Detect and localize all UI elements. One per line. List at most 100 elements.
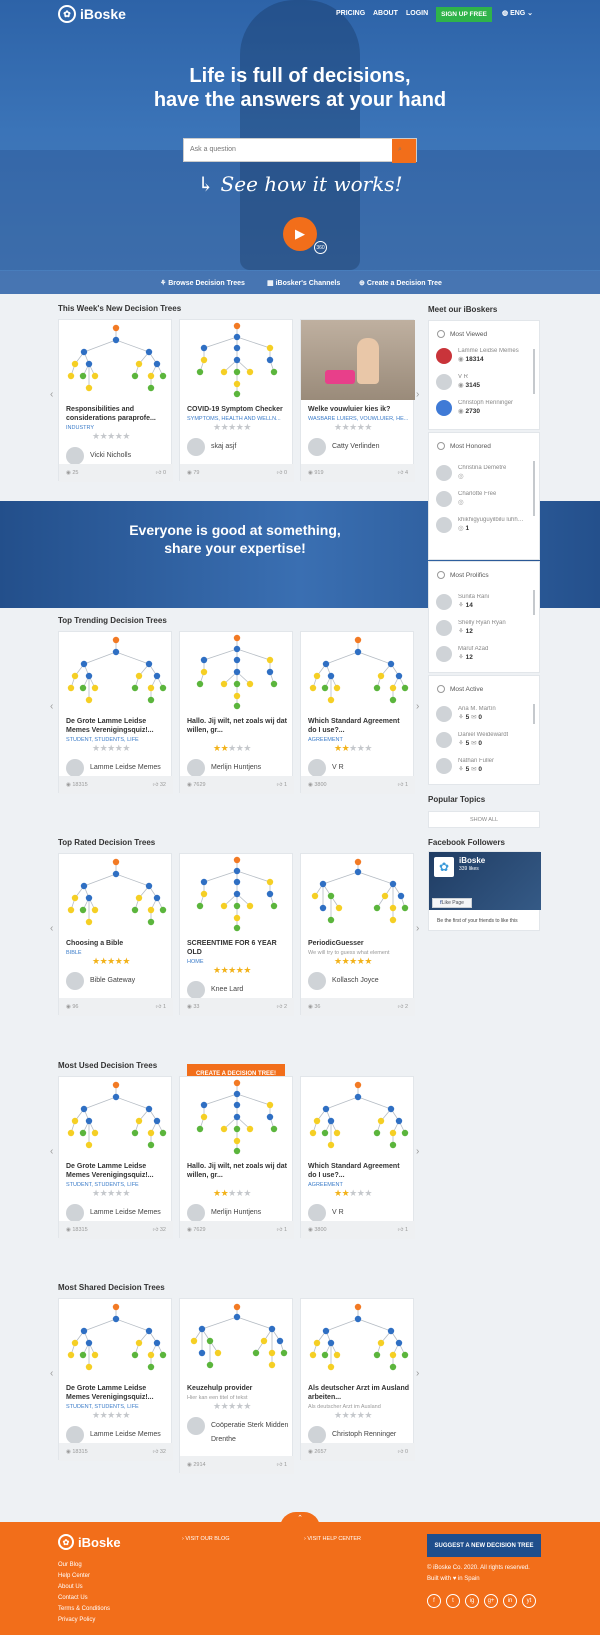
- ibosker-item[interactable]: Sunita Rani ⚘ 14: [436, 594, 526, 610]
- ibosker-item[interactable]: Charlotte Free ◎: [436, 491, 526, 507]
- footer-link-terms[interactable]: Terms & Conditions: [58, 1606, 110, 1612]
- card-author[interactable]: Lamme Leidse Memes: [66, 1204, 168, 1222]
- most-active-header[interactable]: Most Active: [437, 685, 483, 693]
- most-viewed-header[interactable]: Most Viewed: [437, 330, 487, 338]
- visit-help-link[interactable]: › VISIT HELP CENTER: [304, 1536, 361, 1542]
- decision-tree-card[interactable]: SCREENTIME FOR 6 YEAR OLD HOME ★★★★★ Knee L…: [179, 853, 294, 1016]
- youtube-icon[interactable]: yt: [522, 1594, 536, 1608]
- most-honored-header[interactable]: Most Honored: [437, 442, 491, 450]
- carousel-prev-icon[interactable]: ‹: [50, 1368, 53, 1379]
- visit-blog-link[interactable]: › VISIT OUR BLOG: [182, 1536, 230, 1542]
- search-input[interactable]: Ask a question: [190, 146, 236, 153]
- carousel-next-icon[interactable]: ›: [416, 701, 419, 712]
- decision-tree-card[interactable]: De Grote Lamme Leidse Memes Verenigingsq…: [58, 1298, 173, 1461]
- decision-tree-card[interactable]: Which Standard Agreement do I use?... AGR…: [300, 1076, 415, 1239]
- ibosker-item[interactable]: V R ◉ 3145: [436, 374, 526, 390]
- decision-tree-thumbnail[interactable]: [301, 632, 415, 712]
- facebook-icon[interactable]: f: [427, 1594, 441, 1608]
- ibosker-item[interactable]: Shelly Ryan Ryan ⚘ 12: [436, 620, 526, 636]
- carousel-next-icon[interactable]: ›: [416, 1146, 419, 1157]
- decision-tree-thumbnail[interactable]: [301, 1077, 415, 1157]
- decision-tree-thumbnail[interactable]: [301, 1299, 415, 1379]
- play-video-button[interactable]: ▶: [283, 217, 317, 251]
- most-prolific-header[interactable]: Most Prolifics: [437, 571, 489, 579]
- card-title[interactable]: SCREENTIME FOR 6 YEAR OLD: [187, 939, 289, 957]
- suggest-tree-button[interactable]: SUGGEST A NEW DECISION TREE: [427, 1534, 541, 1557]
- decision-tree-card[interactable]: PeriodicGuesser We will try to guess what…: [300, 853, 415, 1016]
- carousel-next-icon[interactable]: ›: [416, 923, 419, 934]
- signup-button[interactable]: SIGN UP FREE: [436, 7, 492, 22]
- card-title[interactable]: Hallo. Jij wilt, net zoals wij dat wille…: [187, 1162, 289, 1180]
- card-title[interactable]: PeriodicGuesser: [308, 939, 410, 948]
- decision-tree-thumbnail[interactable]: [59, 1077, 173, 1157]
- facebook-page-name[interactable]: iBoske: [459, 856, 485, 865]
- card-title[interactable]: Welke vouwluier kies ik?: [308, 405, 410, 414]
- decision-tree-thumbnail[interactable]: [59, 854, 173, 934]
- ibosker-item[interactable]: Daniel Weidewardt ⚘ 5 ✉ 0: [436, 732, 526, 748]
- footer-link-privacy[interactable]: Privacy Policy: [58, 1617, 95, 1623]
- card-thumbnail-photo[interactable]: [301, 320, 415, 400]
- card-author[interactable]: V R: [308, 759, 410, 777]
- subnav-channels[interactable]: ▦ iBosker's Channels: [267, 279, 340, 287]
- card-author[interactable]: Coöperatie Sterk Midden Drenthe: [187, 1417, 289, 1447]
- decision-tree-thumbnail[interactable]: [59, 632, 173, 712]
- ibosker-item[interactable]: Christina Demetre ◎: [436, 465, 526, 481]
- footer-link-contact[interactable]: Contact Us: [58, 1595, 88, 1601]
- decision-tree-thumbnail[interactable]: [180, 632, 294, 712]
- instagram-icon[interactable]: ig: [465, 1594, 479, 1608]
- how-it-works-link[interactable]: ↳ See how it works!: [0, 172, 600, 196]
- card-author[interactable]: Merlijn Huntjens: [187, 1204, 289, 1222]
- show-all-topics-button[interactable]: SHOW ALL: [428, 811, 540, 828]
- nav-pricing[interactable]: PRICING: [336, 10, 365, 17]
- card-title[interactable]: Hallo. Jij wilt, net zoals wij dat wille…: [187, 717, 289, 735]
- card-title[interactable]: De Grote Lamme Leidse Memes Verenigingsq…: [66, 1384, 168, 1402]
- card-title[interactable]: Which Standard Agreement do I use?...: [308, 1162, 410, 1180]
- carousel-prev-icon[interactable]: ‹: [50, 1146, 53, 1157]
- ibosker-item[interactable]: khikhigyuguyilbilu luhhuguyfuyfuyfuktf.u…: [436, 517, 526, 533]
- decision-tree-card[interactable]: Welke vouwluier kies ik? WASBARE LUIERS, …: [300, 319, 415, 482]
- card-author[interactable]: skaj asjf: [187, 438, 289, 456]
- decision-tree-card[interactable]: Als deutscher Arzt im Ausland arbeiten..…: [300, 1298, 415, 1461]
- subnav-create[interactable]: ⊕ Create a Decision Tree: [359, 279, 442, 287]
- scrollbar[interactable]: [533, 461, 535, 516]
- carousel-prev-icon[interactable]: ‹: [50, 701, 53, 712]
- card-title[interactable]: Als deutscher Arzt im Ausland arbeiten..…: [308, 1384, 410, 1402]
- decision-tree-thumbnail[interactable]: [59, 1299, 173, 1379]
- decision-tree-thumbnail[interactable]: [180, 1077, 294, 1157]
- card-title[interactable]: De Grote Lamme Leidse Memes Verenigingsq…: [66, 1162, 168, 1180]
- card-author[interactable]: Lamme Leidse Memes: [66, 759, 168, 777]
- scrollbar[interactable]: [533, 590, 535, 615]
- ibosker-item[interactable]: Christoph Renninger ◉ 2730: [436, 400, 526, 416]
- ibosker-item[interactable]: Lamme Leidse Memes ◉ 18314: [436, 348, 526, 364]
- decision-tree-thumbnail[interactable]: [301, 854, 415, 934]
- decision-tree-card[interactable]: De Grote Lamme Leidse Memes Verenigingsq…: [58, 1076, 173, 1239]
- facebook-like-button[interactable]: f Like Page: [432, 898, 472, 908]
- decision-tree-card[interactable]: Choosing a Bible BIBLE ★★★★★ Bible Gateway ◉…: [58, 853, 173, 1016]
- decision-tree-card[interactable]: Hallo. Jij wilt, net zoals wij dat wille…: [179, 631, 294, 794]
- search-bar[interactable]: Ask a question ⌕: [183, 138, 417, 163]
- subnav-browse[interactable]: ⚘ Browse Decision Trees: [160, 279, 245, 287]
- card-author[interactable]: Vicki Nicholls: [66, 447, 168, 465]
- decision-tree-card[interactable]: COVID-19 Symptom Checker SYMPTOMS, HEALTH…: [179, 319, 294, 482]
- card-title[interactable]: Responsibilities and considerations para…: [66, 405, 168, 423]
- linkedin-icon[interactable]: in: [503, 1594, 517, 1608]
- card-author[interactable]: Bible Gateway: [66, 972, 168, 990]
- card-title[interactable]: Keuzehulp provider: [187, 1384, 289, 1393]
- decision-tree-card[interactable]: Which Standard Agreement do I use?... AGR…: [300, 631, 415, 794]
- scrollbar[interactable]: [533, 349, 535, 394]
- ibosker-item[interactable]: Ana M. Martín ⚘ 5 ✉ 0: [436, 706, 526, 722]
- decision-tree-card[interactable]: De Grote Lamme Leidse Memes Verenigingsq…: [58, 631, 173, 794]
- carousel-prev-icon[interactable]: ‹: [50, 923, 53, 934]
- card-title[interactable]: Choosing a Bible: [66, 939, 168, 948]
- footer-link-help[interactable]: Help Center: [58, 1573, 90, 1579]
- card-title[interactable]: Which Standard Agreement do I use?...: [308, 717, 410, 735]
- card-author[interactable]: Knee Lard: [187, 981, 289, 999]
- decision-tree-thumbnail[interactable]: [59, 320, 173, 400]
- twitter-icon[interactable]: t: [446, 1594, 460, 1608]
- search-button[interactable]: ⌕: [392, 139, 416, 163]
- card-author[interactable]: V R: [308, 1204, 410, 1222]
- decision-tree-card[interactable]: Responsibilities and considerations para…: [58, 319, 173, 482]
- decision-tree-thumbnail[interactable]: [180, 854, 294, 934]
- decision-tree-card[interactable]: Hallo. Jij wilt, net zoals wij dat wille…: [179, 1076, 294, 1239]
- scrollbar[interactable]: [533, 704, 535, 724]
